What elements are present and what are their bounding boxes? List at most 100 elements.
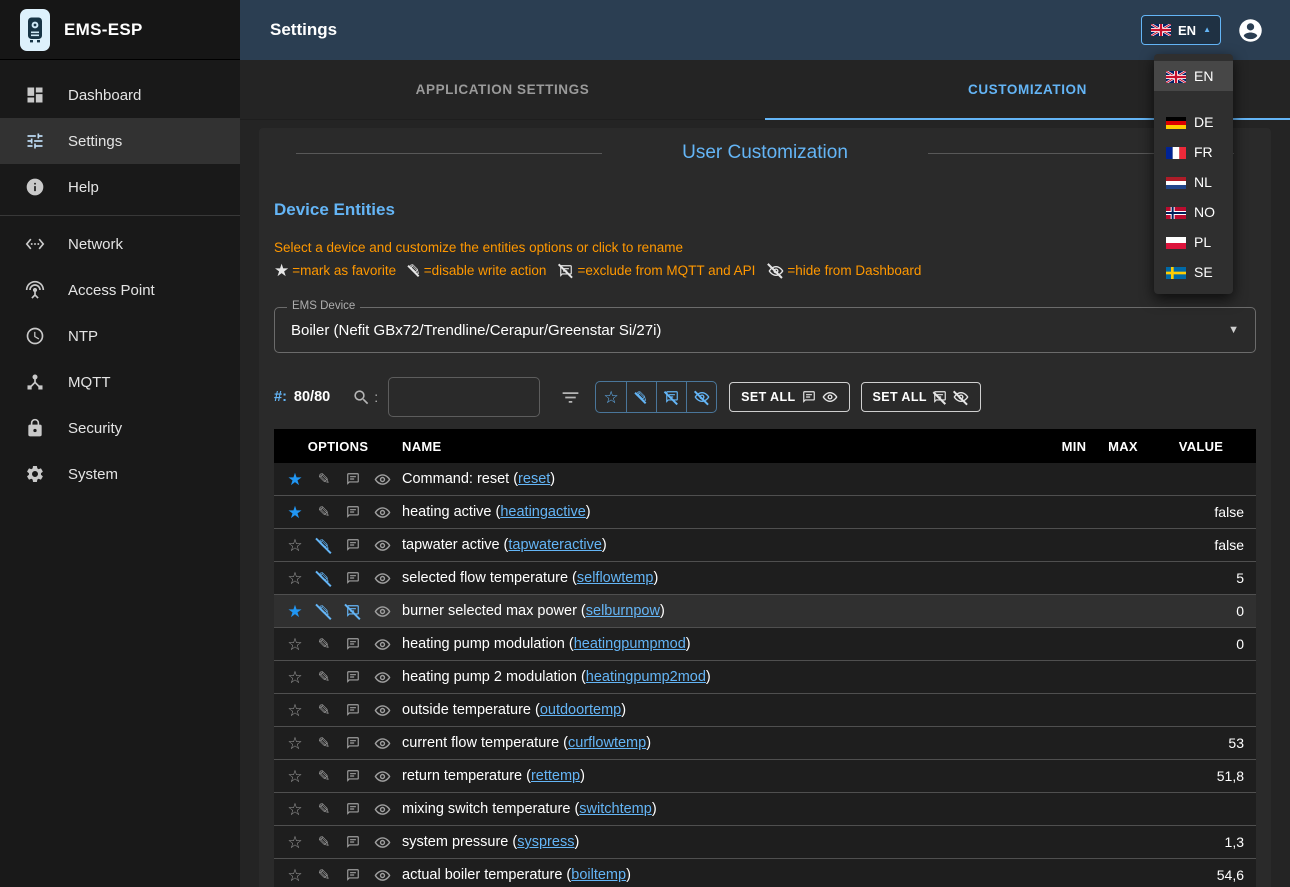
favorite-icon[interactable] [286, 701, 304, 719]
sidebar-item-help[interactable]: Help [0, 164, 240, 210]
filter-write-toggle[interactable] [626, 382, 656, 412]
visibility-icon[interactable] [373, 569, 391, 587]
mqtt-exclude-icon[interactable] [344, 569, 362, 587]
entity-name[interactable]: actual boiler temperature (boiltemp) [402, 867, 1048, 883]
search-input[interactable] [388, 377, 540, 417]
favorite-icon[interactable] [286, 734, 304, 752]
write-disable-icon[interactable] [315, 569, 333, 587]
favorite-icon[interactable] [286, 503, 304, 521]
filter-favorite-toggle[interactable] [596, 382, 626, 412]
sidebar-item-access-point[interactable]: Access Point [0, 267, 240, 313]
visibility-icon[interactable] [373, 602, 391, 620]
entity-code-link[interactable]: boiltemp [571, 867, 626, 883]
entity-name[interactable]: heating pump modulation (heatingpumpmod) [402, 636, 1048, 652]
sidebar-item-system[interactable]: System [0, 451, 240, 497]
language-option-no[interactable]: NO [1154, 197, 1233, 227]
filter-mqtt-toggle[interactable] [656, 382, 686, 412]
favorite-icon[interactable] [286, 536, 304, 554]
account-icon[interactable] [1237, 17, 1264, 44]
entity-name[interactable]: selected flow temperature (selflowtemp) [402, 570, 1048, 586]
table-row[interactable]: burner selected max power (selburnpow) 0 [274, 595, 1256, 628]
visibility-icon[interactable] [373, 635, 391, 653]
write-disable-icon[interactable] [315, 734, 333, 752]
mqtt-exclude-icon[interactable] [344, 536, 362, 554]
table-row[interactable]: tapwater active (tapwateractive) false [274, 529, 1256, 562]
entity-name[interactable]: burner selected max power (selburnpow) [402, 603, 1048, 619]
favorite-icon[interactable] [286, 767, 304, 785]
entity-code-link[interactable]: heatingpumpmod [574, 636, 686, 652]
entity-code-link[interactable]: rettemp [531, 768, 580, 784]
visibility-icon[interactable] [373, 833, 391, 851]
entity-code-link[interactable]: syspress [517, 834, 574, 850]
mqtt-exclude-icon[interactable] [344, 701, 362, 719]
entity-name[interactable]: return temperature (rettemp) [402, 768, 1048, 784]
write-disable-icon[interactable] [315, 635, 333, 653]
visibility-icon[interactable] [373, 800, 391, 818]
write-disable-icon[interactable] [315, 470, 333, 488]
favorite-icon[interactable] [286, 569, 304, 587]
table-row[interactable]: heating pump modulation (heatingpumpmod)… [274, 628, 1256, 661]
favorite-icon[interactable] [286, 866, 304, 884]
table-row[interactable]: actual boiler temperature (boiltemp) 54,… [274, 859, 1256, 887]
language-option-se[interactable]: SE [1154, 257, 1233, 287]
mqtt-exclude-icon[interactable] [344, 635, 362, 653]
entity-name[interactable]: mixing switch temperature (switchtemp) [402, 801, 1048, 817]
favorite-icon[interactable] [286, 668, 304, 686]
entity-name[interactable]: Command: reset (reset) [402, 471, 1048, 487]
visibility-icon[interactable] [373, 470, 391, 488]
mqtt-exclude-icon[interactable] [344, 866, 362, 884]
entity-code-link[interactable]: selburnpow [586, 603, 660, 619]
language-option-de[interactable]: DE [1154, 107, 1233, 137]
language-option-pl[interactable]: PL [1154, 227, 1233, 257]
tab-application-settings[interactable]: APPLICATION SETTINGS [240, 60, 765, 119]
visibility-icon[interactable] [373, 536, 391, 554]
mqtt-exclude-icon[interactable] [344, 602, 362, 620]
sidebar-item-security[interactable]: Security [0, 405, 240, 451]
favorite-icon[interactable] [286, 800, 304, 818]
sidebar-item-network[interactable]: Network [0, 221, 240, 267]
entity-code-link[interactable]: switchtemp [579, 801, 652, 817]
sidebar-item-mqtt[interactable]: MQTT [0, 359, 240, 405]
filter-list-icon[interactable] [560, 387, 581, 408]
visibility-icon[interactable] [373, 734, 391, 752]
entity-code-link[interactable]: tapwateractive [508, 537, 602, 553]
write-disable-icon[interactable] [315, 800, 333, 818]
visibility-icon[interactable] [373, 503, 391, 521]
entity-code-link[interactable]: curflowtemp [568, 735, 646, 751]
language-option-fr[interactable]: FR [1154, 137, 1233, 167]
write-disable-icon[interactable] [315, 833, 333, 851]
visibility-icon[interactable] [373, 866, 391, 884]
entity-name[interactable]: system pressure (syspress) [402, 834, 1048, 850]
favorite-icon[interactable] [286, 635, 304, 653]
mqtt-exclude-icon[interactable] [344, 503, 362, 521]
favorite-icon[interactable] [286, 470, 304, 488]
write-disable-icon[interactable] [315, 503, 333, 521]
table-row[interactable]: current flow temperature (curflowtemp) 5… [274, 727, 1256, 760]
entity-name[interactable]: heating active (heatingactive) [402, 504, 1048, 520]
favorite-icon[interactable] [286, 833, 304, 851]
language-option-en[interactable]: EN [1154, 61, 1233, 91]
visibility-icon[interactable] [373, 701, 391, 719]
table-row[interactable]: mixing switch temperature (switchtemp) [274, 793, 1256, 826]
table-row[interactable]: selected flow temperature (selflowtemp) … [274, 562, 1256, 595]
sidebar-item-ntp[interactable]: NTP [0, 313, 240, 359]
write-disable-icon[interactable] [315, 602, 333, 620]
write-disable-icon[interactable] [315, 668, 333, 686]
table-row[interactable]: heating active (heatingactive) false [274, 496, 1256, 529]
set-all-visible-button[interactable]: SET ALL [729, 382, 849, 412]
mqtt-exclude-icon[interactable] [344, 800, 362, 818]
table-row[interactable]: system pressure (syspress) 1,3 [274, 826, 1256, 859]
write-disable-icon[interactable] [315, 536, 333, 554]
entity-name[interactable]: current flow temperature (curflowtemp) [402, 735, 1048, 751]
entity-code-link[interactable]: reset [518, 471, 550, 487]
entity-code-link[interactable]: selflowtemp [577, 570, 654, 586]
favorite-icon[interactable] [286, 602, 304, 620]
write-disable-icon[interactable] [315, 701, 333, 719]
visibility-icon[interactable] [373, 767, 391, 785]
table-row[interactable]: outside temperature (outdoortemp) [274, 694, 1256, 727]
set-all-hidden-button[interactable]: SET ALL [861, 382, 981, 412]
sidebar-item-dashboard[interactable]: Dashboard [0, 72, 240, 118]
mqtt-exclude-icon[interactable] [344, 833, 362, 851]
entity-code-link[interactable]: heatingactive [500, 504, 585, 520]
ems-device-select[interactable]: EMS Device Boiler (Nefit GBx72/Trendline… [274, 307, 1256, 353]
